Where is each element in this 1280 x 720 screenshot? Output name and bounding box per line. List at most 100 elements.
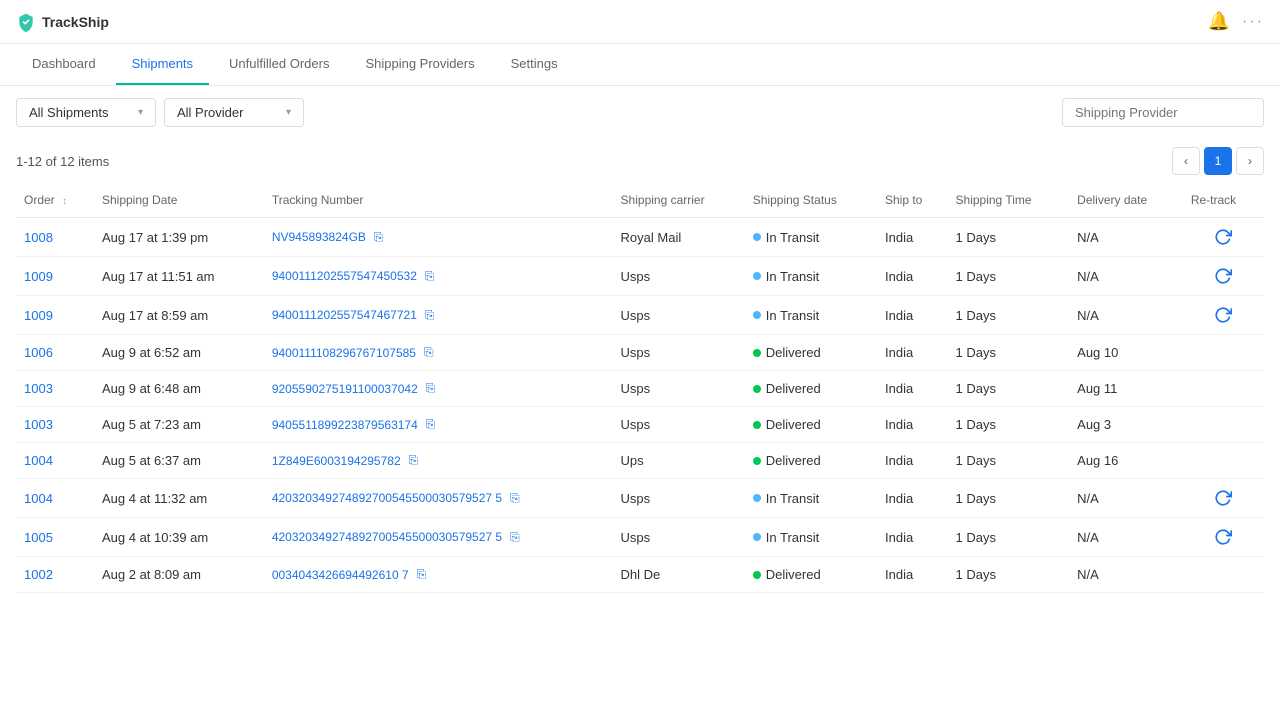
- table-row: 1009Aug 17 at 11:51 am940011120255754745…: [16, 257, 1264, 296]
- shipments-table: Order ↕ Shipping Date Tracking Number Sh…: [16, 183, 1264, 593]
- copy-icon[interactable]: ⎘: [510, 530, 520, 545]
- shipping-provider-search[interactable]: [1062, 98, 1264, 127]
- tracking-link[interactable]: 9205590275191100037042: [272, 382, 418, 396]
- copy-icon[interactable]: ⎘: [426, 381, 436, 396]
- all-provider-filter[interactable]: All Provider ▾: [164, 98, 304, 127]
- cell-date: Aug 4 at 11:32 am: [94, 479, 264, 518]
- page-1-button[interactable]: 1: [1204, 147, 1232, 175]
- col-status: Shipping Status: [745, 183, 877, 218]
- order-link[interactable]: 1003: [24, 381, 53, 396]
- cell-carrier: Royal Mail: [613, 218, 745, 257]
- notification-icon[interactable]: 🔔: [1208, 11, 1230, 32]
- cell-shipping-time: 1 Days: [948, 218, 1070, 257]
- status-dot: [753, 385, 761, 393]
- col-delivery-date: Delivery date: [1069, 183, 1183, 218]
- retrack-button[interactable]: [1191, 528, 1256, 546]
- order-link[interactable]: 1003: [24, 417, 53, 432]
- order-link[interactable]: 1004: [24, 453, 53, 468]
- copy-icon[interactable]: ⎘: [425, 308, 435, 323]
- cell-retrack: [1183, 296, 1264, 335]
- cell-status: In Transit: [745, 257, 877, 296]
- cell-status: Delivered: [745, 557, 877, 593]
- next-page-button[interactable]: ›: [1236, 147, 1264, 175]
- copy-icon[interactable]: ⎘: [409, 453, 419, 468]
- tracking-link[interactable]: 420320349274892700545500030579527 5: [272, 491, 502, 505]
- copy-icon[interactable]: ⎘: [374, 230, 384, 245]
- copy-icon[interactable]: ⎘: [426, 417, 436, 432]
- order-link[interactable]: 1005: [24, 530, 53, 545]
- cell-delivery-date: N/A: [1069, 218, 1183, 257]
- prev-page-button[interactable]: ‹: [1172, 147, 1200, 175]
- cell-status: Delivered: [745, 443, 877, 479]
- nav-shipments[interactable]: Shipments: [116, 44, 209, 85]
- status-badge: Delivered: [766, 567, 821, 582]
- order-link[interactable]: 1002: [24, 567, 53, 582]
- copy-icon[interactable]: ⎘: [417, 567, 427, 582]
- more-options-icon[interactable]: ···: [1242, 13, 1264, 31]
- order-link[interactable]: 1004: [24, 491, 53, 506]
- table-row: 1003Aug 9 at 6:48 am92055902751911000370…: [16, 371, 1264, 407]
- status-badge: Delivered: [766, 417, 821, 432]
- col-tracking-number: Tracking Number: [264, 183, 613, 218]
- cell-delivery-date: N/A: [1069, 257, 1183, 296]
- tracking-link[interactable]: 9400111108296767107585: [272, 346, 416, 360]
- nav-dashboard[interactable]: Dashboard: [16, 44, 112, 85]
- nav-shipping-providers[interactable]: Shipping Providers: [349, 44, 490, 85]
- cell-shipping-time: 1 Days: [948, 296, 1070, 335]
- order-link[interactable]: 1006: [24, 345, 53, 360]
- nav-unfulfilled-orders[interactable]: Unfulfilled Orders: [213, 44, 345, 85]
- cell-retrack: [1183, 257, 1264, 296]
- table-row: 1008Aug 17 at 1:39 pmNV945893824GB⎘Royal…: [16, 218, 1264, 257]
- cell-tracking: 9405511899223879563174 ⎘: [264, 407, 613, 443]
- cell-retrack: [1183, 518, 1264, 557]
- cell-ship-to: India: [877, 218, 948, 257]
- tracking-link[interactable]: 9405511899223879563174: [272, 418, 418, 432]
- logo-icon: [16, 12, 36, 32]
- status-badge: Delivered: [766, 381, 821, 396]
- cell-tracking: 9205590275191100037042 ⎘: [264, 371, 613, 407]
- tracking-link[interactable]: 420320349274892700545500030579527 5: [272, 530, 502, 544]
- tracking-link[interactable]: 1Z849E6003194295782: [272, 454, 401, 468]
- cell-ship-to: India: [877, 335, 948, 371]
- copy-icon[interactable]: ⎘: [424, 345, 434, 360]
- copy-icon[interactable]: ⎘: [425, 269, 435, 284]
- toolbar: All Shipments ▾ All Provider ▾: [0, 86, 1280, 139]
- tracking-link[interactable]: 9400111202557547467721: [272, 308, 417, 322]
- cell-retrack: [1183, 479, 1264, 518]
- retrack-button[interactable]: [1191, 306, 1256, 324]
- nav-settings[interactable]: Settings: [495, 44, 574, 85]
- cell-shipping-time: 1 Days: [948, 257, 1070, 296]
- cell-delivery-date: N/A: [1069, 296, 1183, 335]
- col-shipping-date: Shipping Date: [94, 183, 264, 218]
- cell-tracking: 1Z849E6003194295782 ⎘: [264, 443, 613, 479]
- cell-ship-to: India: [877, 296, 948, 335]
- cell-shipping-time: 1 Days: [948, 518, 1070, 557]
- retrack-button[interactable]: [1191, 228, 1256, 246]
- shipments-table-wrap: Order ↕ Shipping Date Tracking Number Sh…: [0, 183, 1280, 593]
- tracking-link[interactable]: 0034043426694492610 7: [272, 568, 409, 582]
- status-badge: In Transit: [766, 230, 819, 245]
- cell-date: Aug 4 at 10:39 am: [94, 518, 264, 557]
- table-row: 1006 Aug 9 at 6:52 am 94001111082967671075…: [16, 335, 1264, 371]
- order-link[interactable]: 1008: [24, 230, 53, 245]
- copy-icon[interactable]: ⎘: [510, 491, 520, 506]
- cell-shipping-time: 1 Days: [948, 335, 1070, 371]
- retrack-button[interactable]: [1191, 267, 1256, 285]
- table-header-row: Order ↕ Shipping Date Tracking Number Sh…: [16, 183, 1264, 218]
- cell-retrack: [1183, 335, 1264, 371]
- tracking-link[interactable]: 9400111202557547450532: [272, 269, 417, 283]
- order-link[interactable]: 1009: [24, 269, 53, 284]
- all-shipments-filter[interactable]: All Shipments ▾: [16, 98, 156, 127]
- cell-date: Aug 9 at 6:52 am: [94, 335, 264, 371]
- table-meta: 1-12 of 12 items ‹ 1 ›: [0, 139, 1280, 183]
- order-link[interactable]: 1009: [24, 308, 53, 323]
- status-dot: [753, 571, 761, 579]
- cell-retrack: [1183, 218, 1264, 257]
- retrack-button[interactable]: [1191, 489, 1256, 507]
- table-row: 1003Aug 5 at 7:23 am94055118992238795631…: [16, 407, 1264, 443]
- cell-carrier: Usps: [613, 479, 745, 518]
- tracking-link[interactable]: NV945893824GB: [272, 230, 366, 244]
- table-row: 1004Aug 5 at 6:37 am1Z849E6003194295782⎘…: [16, 443, 1264, 479]
- cell-carrier: Ups: [613, 443, 745, 479]
- status-dot: [753, 421, 761, 429]
